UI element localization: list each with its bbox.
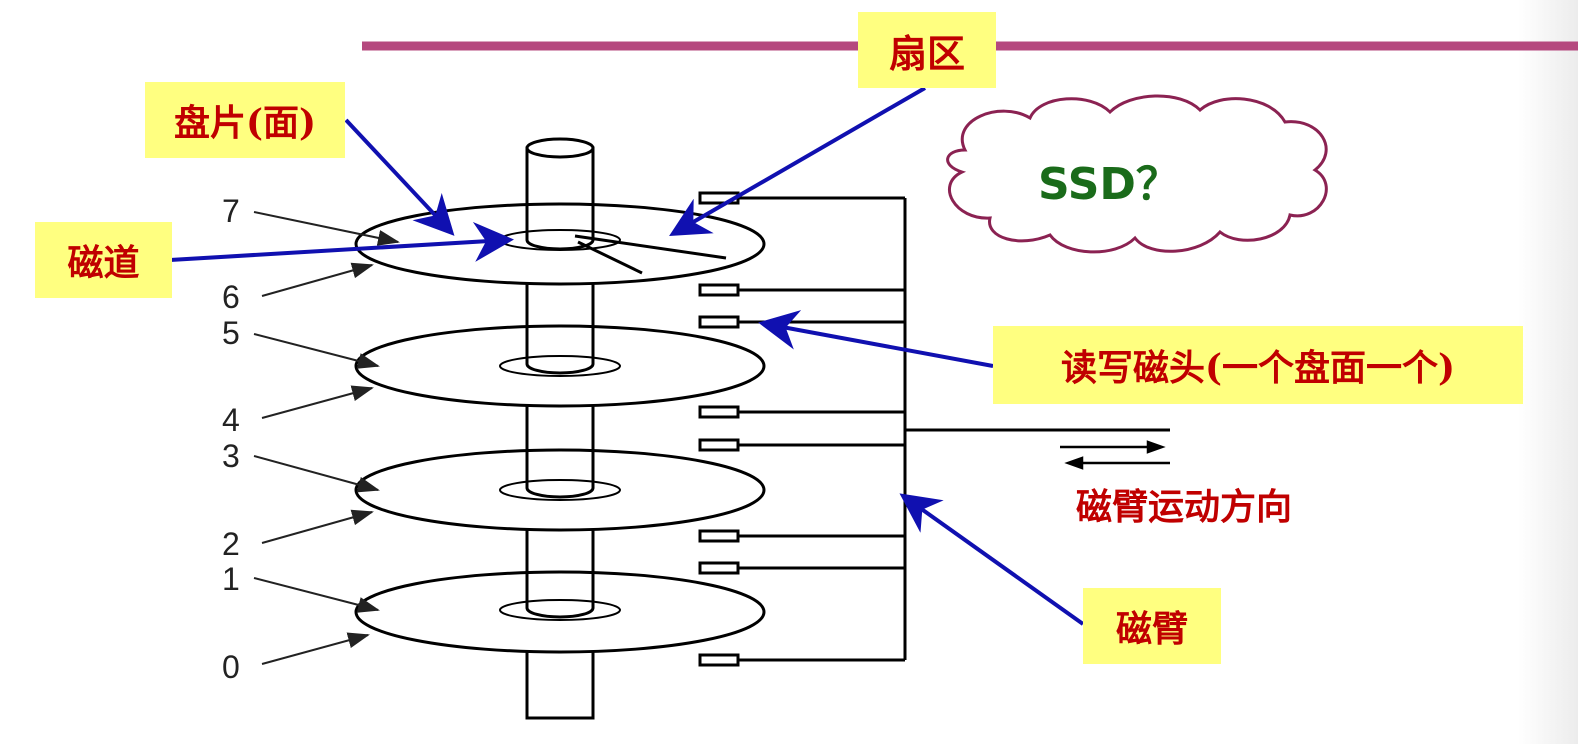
rw-head-5 bbox=[698, 315, 740, 329]
surface-number-1: 1 bbox=[222, 561, 240, 597]
surface-number-6: 6 bbox=[222, 279, 240, 315]
surface-number-7: 7 bbox=[222, 193, 240, 229]
platter-label-text: 盘片(面) bbox=[173, 102, 317, 144]
rw-head-label: 读写磁头(一个盘面一个) bbox=[993, 326, 1523, 404]
sector-label-text: 扇区 bbox=[888, 30, 965, 76]
rw-head-callout-arrow bbox=[758, 310, 994, 368]
rw-head-1 bbox=[698, 561, 740, 575]
surface-number-5: 5 bbox=[222, 315, 240, 351]
ssd-question-text: SSD？ bbox=[1038, 159, 1180, 210]
arm-direction-label: 磁臂运动方向 bbox=[1076, 486, 1293, 528]
rw-head-6 bbox=[698, 283, 740, 297]
rw-head-3 bbox=[698, 438, 740, 452]
surface-number-0: 0 bbox=[222, 649, 240, 685]
arm-direction-arrows bbox=[1060, 440, 1170, 470]
platter-callout-arrow bbox=[344, 118, 455, 236]
rw-head-0 bbox=[698, 653, 740, 667]
track-label-text: 磁道 bbox=[67, 242, 140, 284]
surface-number-2: 2 bbox=[222, 526, 240, 562]
sector-callout-arrow bbox=[669, 86, 927, 237]
rw-head-label-text: 读写磁头(一个盘面一个) bbox=[1060, 347, 1456, 389]
surface-number-4: 4 bbox=[222, 402, 240, 438]
rw-head-4 bbox=[698, 405, 740, 419]
platter-label: 盘片(面) bbox=[145, 82, 345, 158]
sector-label: 扇区 bbox=[858, 12, 996, 88]
arm-callout-arrow bbox=[899, 493, 1085, 626]
surface-number-3: 3 bbox=[222, 438, 240, 474]
arm-label-text: 磁臂 bbox=[1115, 608, 1188, 650]
track-label: 磁道 bbox=[35, 222, 172, 298]
arm-label: 磁臂 bbox=[1083, 588, 1221, 664]
diagram-stage: 0 1 2 3 4 5 6 7 扇区 盘片(面) 磁道 读写磁头(一个盘面一个)… bbox=[0, 0, 1578, 744]
rw-head-2 bbox=[698, 529, 740, 543]
